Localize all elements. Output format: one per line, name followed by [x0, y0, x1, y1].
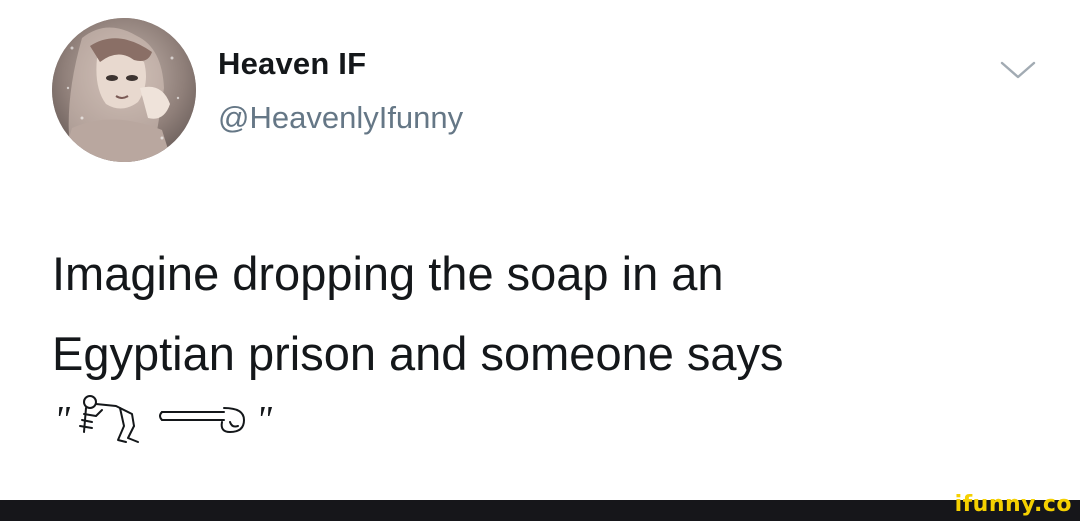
avatar[interactable] [52, 18, 196, 162]
close-quote: " [255, 399, 272, 441]
tweet-text: Imagine dropping the soap in an Egyptian… [52, 234, 1042, 394]
phallus-hieroglyph-icon [158, 407, 245, 433]
user-handle[interactable]: @HeavenlyIfunny [218, 100, 463, 136]
avatar-image [52, 18, 196, 162]
tweet-text-line-2: Egyptian prison and someone says [52, 327, 784, 380]
hieroglyph-quote: " " [54, 390, 272, 450]
open-quote: " [54, 399, 70, 441]
tweet-card: Heaven IF @HeavenlyIfunny Imagine droppi… [0, 0, 1080, 500]
ifunny-watermark: ifunny.co [954, 492, 1072, 517]
display-name[interactable]: Heaven IF [218, 46, 366, 82]
chevron-down-icon[interactable] [998, 58, 1038, 82]
figure-bending-hieroglyph-icon [78, 395, 139, 443]
tweet-text-line-1: Imagine dropping the soap in an [52, 247, 724, 300]
footer-bar: ifunny.co [0, 494, 1080, 521]
